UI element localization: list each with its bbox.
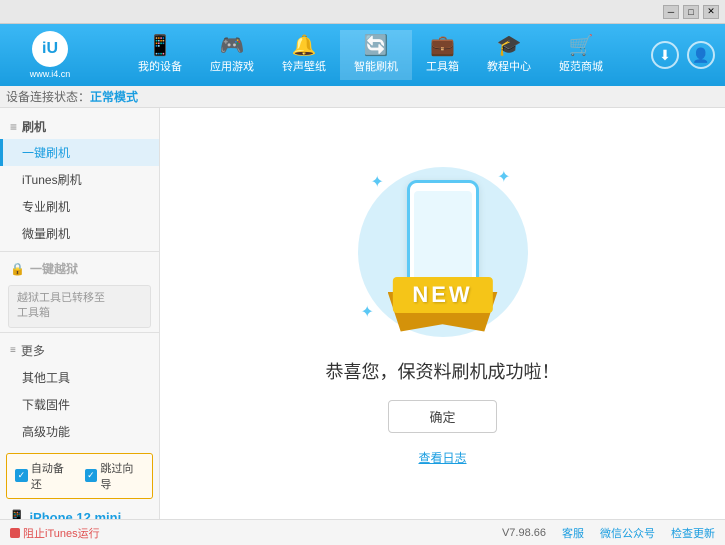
nav-apps-label: 应用游戏: [210, 58, 254, 74]
logo-icon: iU: [32, 31, 68, 67]
device-status-value: 正常模式: [90, 88, 138, 105]
nav-tutorial[interactable]: 🎓 教程中心: [473, 30, 545, 80]
nav-items: 📱 我的设备 🎮 应用游戏 🔔 铃声壁纸 🔄 智能刷机 💼 工具箱 🎓 教程中心…: [90, 30, 651, 80]
my-device-icon: 📱: [148, 36, 173, 56]
sidebar-divider-2: [0, 332, 159, 333]
auto-backup-checkbox[interactable]: ✓ 自动备还: [15, 460, 75, 492]
checkbox-area: ✓ 自动备还 ✓ 跳过向导: [6, 453, 153, 499]
sidebar-item-download-firmware[interactable]: 下载固件: [0, 391, 159, 418]
auto-backup-check-icon: ✓: [15, 469, 28, 482]
stop-icon: [10, 528, 20, 538]
sidebar-item-advanced[interactable]: 高级功能: [0, 418, 159, 445]
more-section-icon: ≡: [10, 345, 16, 356]
toolbox-icon: 💼: [430, 36, 455, 56]
guide-check-icon: ✓: [85, 469, 98, 482]
device-phone-icon: 📱: [8, 509, 25, 519]
statusbar-left: 阻止iTunes运行: [10, 525, 100, 541]
sidebar-item-itunes-flash[interactable]: iTunes刷机: [0, 166, 159, 193]
titlebar: ─ □ ✕: [0, 0, 725, 24]
sidebar: ≡ 刷机 一键刷机 iTunes刷机 专业刷机 微量刷机 🔒 一键越狱 越狱工具…: [0, 108, 160, 519]
sidebar-item-micro-flash[interactable]: 微量刷机: [0, 220, 159, 247]
guide-label: 跳过向导: [100, 460, 144, 492]
new-badge: NEW: [392, 277, 492, 313]
phone-screen: [414, 191, 472, 291]
wizard-link[interactable]: 查看日志: [418, 449, 466, 466]
maximize-button[interactable]: □: [683, 5, 699, 19]
nav-apps[interactable]: 🎮 应用游戏: [196, 30, 268, 80]
stop-itunes-button[interactable]: 阻止iTunes运行: [10, 525, 100, 541]
jailbreak-notice: 越狱工具已转移至工具箱: [8, 285, 151, 328]
check-update-link[interactable]: 检查更新: [671, 525, 715, 541]
logo-url: www.i4.cn: [30, 69, 71, 79]
nav-my-device[interactable]: 📱 我的设备: [124, 30, 196, 80]
device-info: 📱 iPhone 12 mini 64GB Down-12mini-13,1: [0, 503, 159, 519]
main-content: ✦ ✦ ✦ NEW 恭喜您，保资料刷机成功啦！ 确定 查看日志: [160, 108, 725, 519]
sidebar-item-one-click-flash[interactable]: 一键刷机: [0, 139, 159, 166]
customer-service-link[interactable]: 客服: [562, 525, 584, 541]
jailbreak-notice-text: 越狱工具已转移至工具箱: [17, 291, 105, 322]
ringtone-icon: 🔔: [292, 36, 317, 56]
logo-text: iU: [42, 40, 58, 58]
jailbreak-label: 一键越狱: [30, 260, 78, 277]
account-button[interactable]: 👤: [687, 41, 715, 69]
sparkle-icon-1: ✦: [371, 172, 384, 192]
top-navigation: iU www.i4.cn 📱 我的设备 🎮 应用游戏 🔔 铃声壁纸 🔄 智能刷机…: [0, 24, 725, 86]
sparkle-icon-2: ✦: [497, 167, 510, 187]
logo-area: iU www.i4.cn: [10, 31, 90, 79]
tutorial-icon: 🎓: [497, 36, 522, 56]
guide-checkbox[interactable]: ✓ 跳过向导: [85, 460, 145, 492]
nav-toolbox-label: 工具箱: [426, 58, 459, 74]
nav-my-device-label: 我的设备: [138, 58, 182, 74]
device-status-bar: 设备连接状态： 正常模式: [0, 86, 725, 108]
auto-backup-label: 自动备还: [31, 460, 75, 492]
smart-flash-icon: 🔄: [364, 36, 389, 56]
wechat-link[interactable]: 微信公众号: [600, 525, 655, 541]
more-section-label: 更多: [21, 342, 45, 359]
device-status-label: 设备连接状态：: [6, 88, 90, 105]
success-message: 恭喜您，保资料刷机成功啦！: [326, 358, 560, 384]
minimize-button[interactable]: ─: [663, 5, 679, 19]
device-name: 📱 iPhone 12 mini: [8, 509, 151, 519]
ribbon-container: NEW: [378, 277, 508, 332]
nav-smart-flash-label: 智能刷机: [354, 58, 398, 74]
jailbreak-section-title: 🔒 一键越狱: [0, 256, 159, 281]
flash-section-label: 刷机: [22, 118, 46, 135]
nav-store-label: 姬范商城: [559, 58, 603, 74]
lock-icon: 🔒: [10, 262, 25, 276]
apps-icon: 🎮: [220, 36, 245, 56]
nav-smart-flash[interactable]: 🔄 智能刷机: [340, 30, 412, 80]
flash-section-title: ≡ 刷机: [0, 114, 159, 139]
checkbox-area-wrapper: ✓ 自动备还 ✓ 跳过向导 📱 iPhone 12 mini 64GB Down…: [0, 453, 159, 519]
statusbar-right: V7.98.66 客服 微信公众号 检查更新: [502, 525, 715, 541]
sparkle-icon-3: ✦: [361, 302, 374, 322]
sidebar-item-pro-flash[interactable]: 专业刷机: [0, 193, 159, 220]
stop-itunes-label: 阻止iTunes运行: [23, 525, 100, 541]
store-icon: 🛒: [569, 36, 594, 56]
success-card: ✦ ✦ ✦ NEW 恭喜您，保资料刷机成功啦！ 确定 查看日志: [326, 162, 560, 466]
confirm-button[interactable]: 确定: [388, 400, 496, 433]
download-button[interactable]: ⬇: [651, 41, 679, 69]
nav-store[interactable]: 🛒 姬范商城: [545, 30, 617, 80]
flash-section-icon: ≡: [10, 120, 17, 134]
more-section-title: ≡ 更多: [0, 337, 159, 364]
sidebar-divider-1: [0, 251, 159, 252]
nav-ringtone-label: 铃声壁纸: [282, 58, 326, 74]
nav-tutorial-label: 教程中心: [487, 58, 531, 74]
phone-illustration: ✦ ✦ ✦ NEW: [353, 162, 533, 342]
nav-ringtone[interactable]: 🔔 铃声壁纸: [268, 30, 340, 80]
window-controls: ─ □ ✕: [663, 5, 719, 19]
close-button[interactable]: ✕: [703, 5, 719, 19]
nav-right-actions: ⬇ 👤: [651, 41, 715, 69]
version-text: V7.98.66: [502, 527, 546, 539]
sidebar-item-other-tools[interactable]: 其他工具: [0, 364, 159, 391]
nav-toolbox[interactable]: 💼 工具箱: [412, 30, 473, 80]
main-layout: ≡ 刷机 一键刷机 iTunes刷机 专业刷机 微量刷机 🔒 一键越狱 越狱工具…: [0, 108, 725, 519]
